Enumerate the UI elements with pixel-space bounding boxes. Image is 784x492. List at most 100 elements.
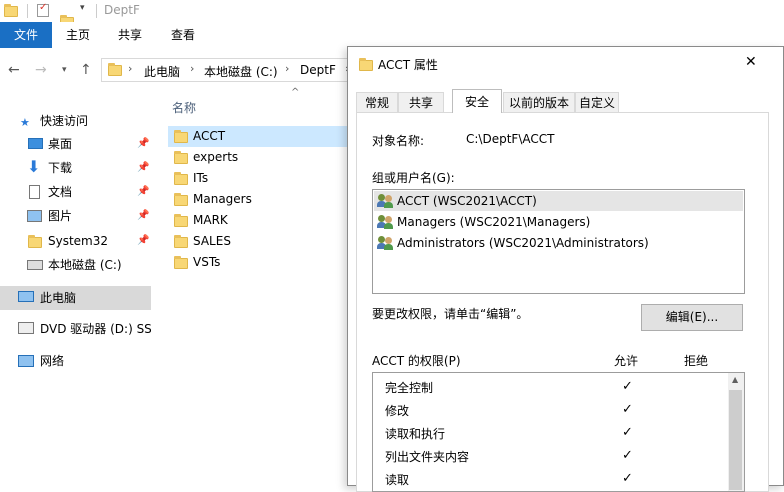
folder-icon	[174, 130, 188, 143]
column-header-name[interactable]: 名称	[172, 99, 196, 116]
forward-arrow-icon[interactable]: →	[35, 62, 47, 78]
pin-icon[interactable]: 📌	[137, 138, 149, 149]
check-icon: ✓	[622, 425, 633, 440]
file-name: ITs	[193, 171, 209, 185]
pin-icon[interactable]: 📌	[137, 210, 149, 221]
window-title: DeptF	[104, 3, 140, 17]
chevron-right-icon[interactable]: ›	[190, 62, 194, 75]
divider	[27, 4, 28, 18]
folder-icon	[174, 214, 188, 227]
folder-icon	[28, 235, 42, 248]
back-arrow-icon[interactable]: ←	[8, 62, 20, 78]
star-icon: ★	[20, 116, 30, 129]
pin-icon[interactable]: 📌	[137, 235, 149, 246]
check-icon: ✓	[622, 402, 633, 417]
properties-dialog: ACCT 属性 ✕ 常规 共享 安全 以前的版本 自定义 对象名称: C:\De…	[347, 46, 784, 492]
tab-view[interactable]: 查看	[156, 22, 210, 48]
nav-desktop[interactable]: 桌面	[48, 133, 72, 155]
list-item[interactable]: ACCT (WSC2021\ACCT)	[374, 191, 743, 211]
user-name: Administrators (WSC2021\Administrators)	[397, 236, 649, 250]
close-icon[interactable]: ✕	[745, 54, 757, 70]
tab-file[interactable]: 文件	[0, 22, 52, 48]
users-icon	[377, 194, 394, 208]
pin-icon[interactable]: 📌	[137, 186, 149, 197]
crumb-deptf[interactable]: DeptF	[300, 63, 336, 77]
list-item[interactable]: ITs	[168, 168, 348, 189]
folder-icon	[174, 151, 188, 164]
crumb-this-pc[interactable]: 此电脑	[144, 63, 180, 80]
download-icon: ⬇	[27, 157, 41, 176]
ribbon-tabs: 文件 主页 共享 查看	[0, 22, 784, 49]
pictures-icon	[27, 210, 42, 222]
list-item[interactable]: VSTs	[168, 252, 348, 273]
users-icon	[377, 215, 394, 229]
allow-column-header: 允许	[614, 354, 639, 368]
customize-dropdown-icon[interactable]: ▾	[80, 3, 85, 13]
permission-full-control: 完全控制	[385, 381, 434, 395]
file-name: ACCT	[193, 129, 226, 143]
check-icon: ✓	[622, 448, 633, 463]
title-bar: ✓ ▾ DeptF	[0, 0, 784, 28]
divider	[96, 4, 97, 18]
file-name: experts	[193, 150, 239, 164]
drive-icon	[27, 260, 43, 270]
tab-general[interactable]: 常规	[356, 92, 398, 112]
file-name: SALES	[193, 234, 231, 248]
nav-quick-access[interactable]: 快速访问	[40, 110, 88, 132]
tab-customize[interactable]: 自定义	[575, 92, 619, 112]
nav-this-pc[interactable]: 此电脑	[40, 287, 76, 309]
permission-read-execute: 读取和执行	[385, 427, 446, 441]
nav-network[interactable]: 网络	[40, 350, 64, 372]
nav-pictures[interactable]: 图片	[48, 205, 72, 227]
list-item[interactable]: experts	[168, 147, 348, 168]
scroll-up-icon[interactable]: ▲	[732, 375, 738, 384]
check-icon: ✓	[622, 379, 633, 394]
permissions-list: 完全控制 修改 读取和执行 列出文件夹内容 读取 ✓ ✓ ✓ ✓ ✓ ▲	[372, 372, 745, 492]
list-item[interactable]: SALES	[168, 231, 348, 252]
nav-downloads[interactable]: 下载	[48, 157, 72, 179]
chevron-right-icon[interactable]: ›	[128, 62, 132, 75]
network-icon	[18, 355, 34, 367]
nav-dvd-drive[interactable]: DVD 驱动器 (D:) SSS	[40, 318, 151, 340]
list-item[interactable]: ACCT	[168, 126, 348, 147]
scrollbar[interactable]: ▲	[728, 373, 744, 491]
folder-icon	[108, 63, 122, 76]
user-list[interactable]: ACCT (WSC2021\ACCT) Managers (WSC2021\Ma…	[372, 189, 745, 294]
tab-sharing[interactable]: 共享	[398, 92, 444, 112]
nav-this-pc-row[interactable]: 此电脑	[0, 286, 151, 310]
list-item[interactable]: MARK	[168, 210, 348, 231]
crumb-local-disk[interactable]: 本地磁盘 (C:)	[204, 63, 278, 80]
permission-modify: 修改	[385, 404, 410, 418]
dialog-title: ACCT 属性	[378, 58, 438, 72]
nav-system32[interactable]: System32	[48, 230, 108, 252]
up-arrow-icon[interactable]: ↑	[80, 62, 92, 78]
chevron-right-icon[interactable]: ›	[285, 62, 289, 75]
group-users-label: 组或用户名(G):	[372, 171, 455, 185]
edit-button[interactable]: 编辑(E)...	[641, 304, 743, 331]
user-name: Managers (WSC2021\Managers)	[397, 215, 591, 229]
object-name-value: C:\DeptF\ACCT	[466, 132, 555, 146]
computer-icon	[18, 291, 34, 302]
user-name: ACCT (WSC2021\ACCT)	[397, 194, 537, 208]
object-name-label: 对象名称:	[372, 134, 425, 148]
list-item[interactable]: Administrators (WSC2021\Administrators)	[374, 233, 743, 253]
list-item[interactable]: Managers (WSC2021\Managers)	[374, 212, 743, 232]
permission-list-folder: 列出文件夹内容	[385, 450, 470, 464]
pin-icon[interactable]: 📌	[137, 162, 149, 173]
deny-column-header: 拒绝	[684, 354, 709, 368]
documents-icon	[29, 185, 40, 199]
nav-local-disk[interactable]: 本地磁盘 (C:)	[48, 254, 122, 276]
list-item[interactable]: Managers	[168, 189, 348, 210]
tab-share[interactable]: 共享	[104, 22, 156, 48]
file-name: MARK	[193, 213, 228, 227]
recent-dropdown-icon[interactable]: ▾	[62, 65, 67, 75]
folder-icon	[174, 193, 188, 206]
tab-security[interactable]: 安全	[452, 89, 502, 113]
properties-icon[interactable]: ✓	[37, 2, 49, 17]
tab-previous-versions[interactable]: 以前的版本	[503, 92, 575, 112]
nav-documents[interactable]: 文档	[48, 181, 72, 203]
tab-home[interactable]: 主页	[52, 22, 104, 48]
check-icon: ✓	[622, 471, 633, 486]
folder-icon	[4, 4, 18, 17]
scrollbar-thumb[interactable]	[729, 390, 742, 490]
